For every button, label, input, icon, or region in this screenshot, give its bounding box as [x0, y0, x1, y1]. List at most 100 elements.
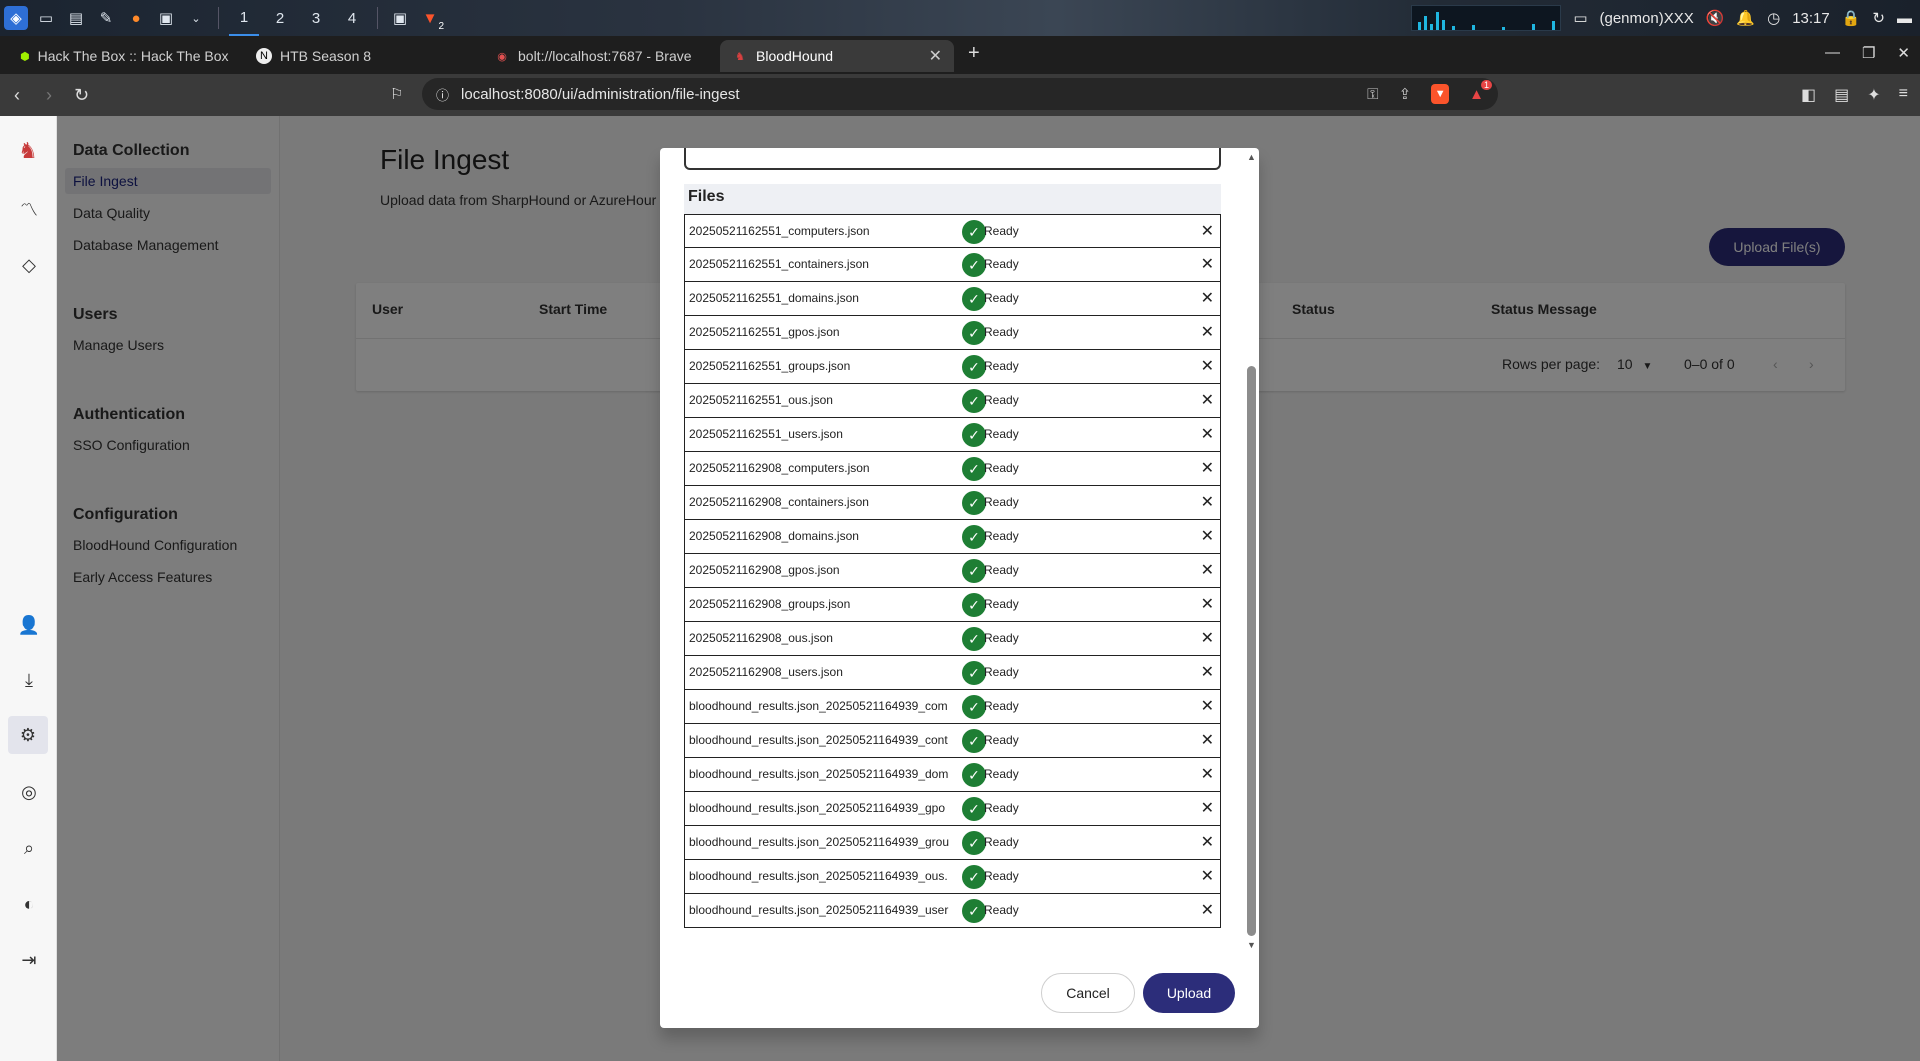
remove-file-icon[interactable]: ✕ — [1201, 628, 1214, 648]
sidebar-toggle-icon[interactable]: ◧ — [1801, 85, 1816, 105]
remove-file-icon[interactable]: ✕ — [1201, 424, 1214, 444]
explore-icon[interactable]: 〽 — [16, 196, 42, 222]
leo-ai-icon[interactable]: ✦ — [1867, 85, 1880, 105]
remove-file-icon[interactable]: ✕ — [1201, 764, 1214, 784]
remove-file-icon[interactable]: ✕ — [1201, 390, 1214, 410]
brave-window-icon[interactable]: ▼ 2 — [418, 6, 444, 33]
search-docs-icon[interactable]: ⌕ — [16, 835, 42, 861]
remove-file-icon[interactable]: ✕ — [1201, 594, 1214, 614]
close-tab-icon[interactable]: ✕ — [929, 46, 942, 66]
reload-icon[interactable]: ↻ — [74, 85, 89, 106]
file-status: Ready — [984, 631, 1019, 645]
download-icon[interactable]: ⤓ — [16, 667, 42, 693]
url-text[interactable]: localhost:8080/ui/administration/file-in… — [461, 86, 740, 103]
workspace-3[interactable]: 3 — [301, 0, 331, 36]
administration-icon[interactable]: ⚙ — [8, 716, 48, 754]
remove-file-icon[interactable]: ✕ — [1201, 832, 1214, 852]
file-manager-icon[interactable]: ▤ — [64, 6, 88, 30]
address-bar[interactable]: ⓘ localhost:8080/ui/administration/file-… — [422, 78, 1498, 110]
remove-file-icon[interactable]: ✕ — [1201, 662, 1214, 682]
remove-file-icon[interactable]: ✕ — [1201, 730, 1214, 750]
remove-file-icon[interactable]: ✕ — [1201, 526, 1214, 546]
file-name: 20250521162908_ous.json — [689, 631, 833, 645]
file-dropzone[interactable] — [684, 148, 1221, 170]
dialog-scrollbar[interactable]: ▲ ▼ — [1244, 148, 1259, 956]
files-label: Files — [684, 184, 1221, 214]
file-status: Ready — [984, 903, 1019, 917]
remove-file-icon[interactable]: ✕ — [1201, 798, 1214, 818]
refresh-icon[interactable]: ↻ — [1872, 9, 1885, 27]
theme-toggle-icon[interactable]: ◐ — [16, 891, 42, 917]
brave-rewards-icon[interactable]: ▲ 1 — [1469, 79, 1492, 103]
check-circle-icon: ✓ — [962, 253, 986, 277]
mute-icon[interactable]: 🔇 — [1706, 9, 1725, 27]
monitor-icon[interactable]: ▬ — [1897, 10, 1912, 27]
bloodhound-logo-icon[interactable]: ♞ — [9, 136, 47, 166]
remove-file-icon[interactable]: ✕ — [1201, 560, 1214, 580]
new-tab-icon[interactable]: + — [968, 42, 980, 65]
tab-hackthebox[interactable]: ⬢ Hack The Box :: Hack The Box — [8, 40, 236, 72]
remove-file-icon[interactable]: ✕ — [1201, 900, 1214, 920]
cpu-graph — [1411, 5, 1562, 31]
brave-window-count: 2 — [438, 21, 444, 32]
menu-icon[interactable]: ≡ — [1899, 85, 1908, 105]
file-name: 20250521162551_ous.json — [689, 393, 833, 407]
share-icon[interactable]: ⇪ — [1399, 85, 1412, 103]
start-menu-icon[interactable]: ◈ — [4, 6, 28, 30]
firefox-icon[interactable]: ● — [124, 6, 148, 30]
maximize-icon[interactable]: ❐ — [1862, 44, 1875, 62]
api-explorer-icon[interactable]: ◎ — [16, 779, 42, 805]
forward-icon[interactable]: › — [46, 85, 52, 106]
workspace-1[interactable]: 1 — [229, 0, 259, 36]
logout-icon[interactable]: ⇥ — [16, 947, 42, 973]
file-row: bloodhound_results.json_20250521164939_c… — [684, 724, 1221, 758]
minimize-icon[interactable]: — — [1825, 44, 1840, 62]
close-window-icon[interactable]: ✕ — [1897, 44, 1910, 62]
terminal-window-icon[interactable]: ▣ — [388, 6, 412, 30]
file-status: Ready — [984, 495, 1019, 509]
terminal-icon[interactable]: ▣ — [154, 6, 178, 30]
desktop-icon[interactable]: ▭ — [34, 6, 58, 30]
check-circle-icon: ✓ — [962, 899, 986, 923]
bookmark-icon[interactable]: ⚐ — [390, 85, 403, 103]
remove-file-icon[interactable]: ✕ — [1201, 866, 1214, 886]
remove-file-icon[interactable]: ✕ — [1201, 322, 1214, 342]
remove-file-icon[interactable]: ✕ — [1201, 696, 1214, 716]
workspace-4[interactable]: 4 — [337, 0, 367, 36]
remove-file-icon[interactable]: ✕ — [1201, 288, 1214, 308]
workspace-2[interactable]: 2 — [265, 0, 295, 36]
wallet-icon[interactable]: ▤ — [1834, 85, 1849, 105]
tab-neo4j[interactable]: ◉ bolt://localhost:7687 - Brave — [482, 40, 712, 72]
scrollbar-thumb[interactable] — [1247, 366, 1256, 936]
clock[interactable]: 13:17 — [1792, 10, 1830, 27]
profile-icon[interactable]: 👤 — [16, 612, 42, 638]
brave-shields-icon[interactable]: ▼ — [1431, 84, 1450, 104]
upload-button[interactable]: Upload — [1143, 973, 1235, 1013]
bell-icon[interactable]: 🔔 — [1736, 9, 1755, 27]
back-icon[interactable]: ‹ — [14, 85, 20, 106]
genmon-user[interactable]: (genmon)XXX — [1600, 10, 1694, 27]
remove-file-icon[interactable]: ✕ — [1201, 458, 1214, 478]
scroll-down-icon[interactable]: ▼ — [1247, 940, 1256, 950]
screen-icon[interactable]: ▭ — [1573, 9, 1587, 27]
file-row: 20250521162551_users.json ✓ Ready ✕ — [684, 418, 1221, 452]
remove-file-icon[interactable]: ✕ — [1201, 492, 1214, 512]
remove-file-icon[interactable]: ✕ — [1201, 221, 1214, 241]
launcher-chevron-icon[interactable]: ⌄ — [184, 6, 208, 30]
remove-file-icon[interactable]: ✕ — [1201, 356, 1214, 376]
cancel-button[interactable]: Cancel — [1041, 973, 1135, 1013]
file-status: Ready — [984, 529, 1019, 543]
tab-htb-season[interactable]: N HTB Season 8 — [244, 40, 474, 72]
site-info-icon[interactable]: ⓘ — [436, 85, 449, 104]
check-circle-icon: ✓ — [962, 593, 986, 617]
tab-bloodhound[interactable]: ♞ BloodHound ✕ — [720, 40, 954, 72]
check-circle-icon: ✓ — [962, 220, 986, 244]
lock-icon[interactable]: 🔒 — [1842, 9, 1861, 27]
remove-file-icon[interactable]: ✕ — [1201, 254, 1214, 274]
posture-icon[interactable]: ◇ — [16, 252, 42, 278]
editor-icon[interactable]: ✎ — [94, 6, 118, 30]
file-row: bloodhound_results.json_20250521164939_g… — [684, 826, 1221, 860]
file-row: 20250521162908_groups.json ✓ Ready ✕ — [684, 588, 1221, 622]
key-icon[interactable]: ⚿ — [1367, 86, 1378, 103]
scroll-up-icon[interactable]: ▲ — [1247, 152, 1256, 162]
